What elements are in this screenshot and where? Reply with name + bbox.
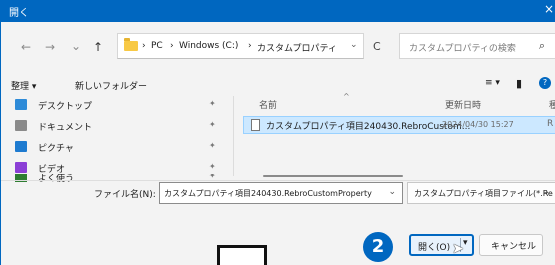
breadcrumb-sep-icon: › [142, 41, 146, 51]
filename-label: ファイル名(N): [94, 190, 156, 200]
cancel-button[interactable]: キャンセル [479, 234, 543, 256]
breadcrumb-custom-property[interactable]: カスタムプロパティ [257, 41, 337, 54]
folder-icon [124, 38, 138, 51]
pin-icon: ✦ [209, 120, 216, 129]
horizontal-scrollbar[interactable] [263, 175, 403, 177]
pane-divider[interactable] [233, 96, 234, 176]
search-icon[interactable]: ⌕ [539, 39, 545, 53]
step-number-badge: 2 [363, 232, 393, 262]
sidebar-item-label: ピクチャ [38, 144, 74, 154]
search-box[interactable]: カスタムプロパティの検索 ⌕ [399, 33, 555, 59]
mouse-pointer-icon: ➤ [452, 241, 464, 257]
footer-divider [1, 180, 555, 181]
column-header-name[interactable]: 名前 [259, 98, 277, 111]
sidebar-item-pictures[interactable]: ピクチャ ✦ [11, 138, 231, 156]
view-menu-icon[interactable]: ≡ ▾ [485, 78, 500, 88]
pin-icon: ✦ [209, 162, 216, 171]
sidebar-item-desktop[interactable]: デスクトップ ✦ [11, 96, 231, 114]
videos-icon [15, 162, 27, 173]
open-file-dialog: 開く × ← → ⌄ ↑ › PC › Windows (C:) › カスタムプ… [0, 0, 555, 265]
file-row[interactable]: カスタムプロパティ項目240430.RebroCustom... 2024/04… [243, 116, 555, 134]
chevron-down-icon[interactable]: ⌄ [350, 40, 358, 50]
sidebar-item-label: ドキュメント [38, 123, 93, 133]
help-icon[interactable]: ? [539, 77, 551, 89]
documents-icon [15, 120, 27, 131]
breadcrumb-windows-c[interactable]: Windows (C:) [179, 41, 238, 51]
column-header-extra[interactable]: 種 [549, 98, 555, 111]
breadcrumb-sep-icon: › [248, 41, 252, 51]
pin-icon: ✦ [209, 141, 216, 150]
file-type-cell: R [547, 119, 554, 129]
search-placeholder: カスタムプロパティの検索 [409, 44, 516, 54]
filetype-value: カスタムプロパティ項目ファイル(*.Re [414, 189, 553, 198]
window-title: 開く [9, 8, 29, 19]
back-arrow-icon[interactable]: ← [21, 40, 31, 54]
open-button-label: 開く(O) [418, 243, 451, 253]
cancel-button-label: キャンセル [491, 242, 537, 252]
document-icon [251, 119, 260, 131]
filetype-select[interactable]: カスタムプロパティ項目ファイル(*.Re ⌄ [407, 182, 555, 204]
up-arrow-icon[interactable]: ↑ [93, 40, 103, 54]
filename-value: カスタムプロパティ項目240430.RebroCustomProperty [164, 189, 372, 198]
column-header-modified[interactable]: 更新日時 [445, 98, 481, 111]
recent-locations-icon[interactable]: ⌄ [71, 39, 81, 53]
desktop-icon [15, 99, 27, 110]
filename-input[interactable]: カスタムプロパティ項目240430.RebroCustomProperty ⌄ [159, 182, 403, 204]
forward-arrow-icon[interactable]: → [45, 40, 55, 54]
breadcrumb-pc[interactable]: PC [151, 41, 163, 51]
highlight-box [217, 245, 267, 265]
close-icon[interactable]: × [544, 2, 554, 16]
file-modified: 2024/04/30 15:27 [442, 120, 514, 129]
refresh-icon[interactable]: C [373, 40, 381, 53]
file-list: 名前 ^ 更新日時 種 カスタムプロパティ項目240430.RebroCusto… [235, 92, 555, 176]
new-folder-button[interactable]: 新しいフォルダー [75, 79, 147, 92]
chevron-down-icon[interactable]: ⌄ [542, 187, 550, 197]
file-name: カスタムプロパティ項目240430.RebroCustom... [266, 122, 471, 132]
organize-menu-button[interactable]: 整理 ▾ [11, 79, 36, 92]
open-button[interactable]: 開く(O) ▾ [409, 234, 474, 256]
chevron-down-icon[interactable]: ⌄ [388, 187, 396, 197]
sort-ascending-icon: ^ [343, 92, 350, 101]
preview-pane-icon[interactable]: ▮ [516, 77, 522, 90]
title-bar: 開く × [1, 0, 555, 22]
sidebar-item-documents[interactable]: ドキュメント ✦ [11, 117, 231, 135]
sidebar-item-label: デスクトップ [38, 102, 93, 112]
navigation-pane: デスクトップ ✦ ドキュメント ✦ ピクチャ ✦ ビデオ ✦ [11, 96, 233, 176]
breadcrumb-sep-icon: › [170, 41, 174, 51]
pin-icon: ✦ [209, 99, 216, 108]
pictures-icon [15, 141, 27, 152]
address-bar[interactable]: › PC › Windows (C:) › カスタムプロパティ ⌄ [117, 33, 364, 59]
